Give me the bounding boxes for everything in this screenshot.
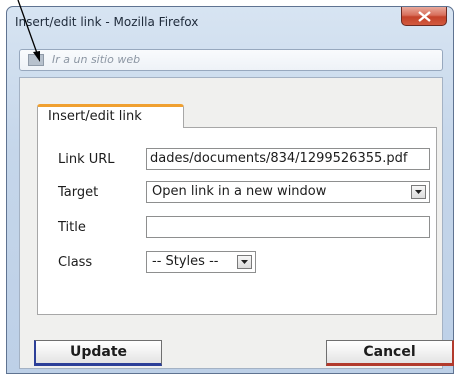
- arrow-icon: [17, 0, 40, 62]
- screenshot-stage: Insert/edit link - Mozilla Firefox Ir a …: [0, 0, 460, 376]
